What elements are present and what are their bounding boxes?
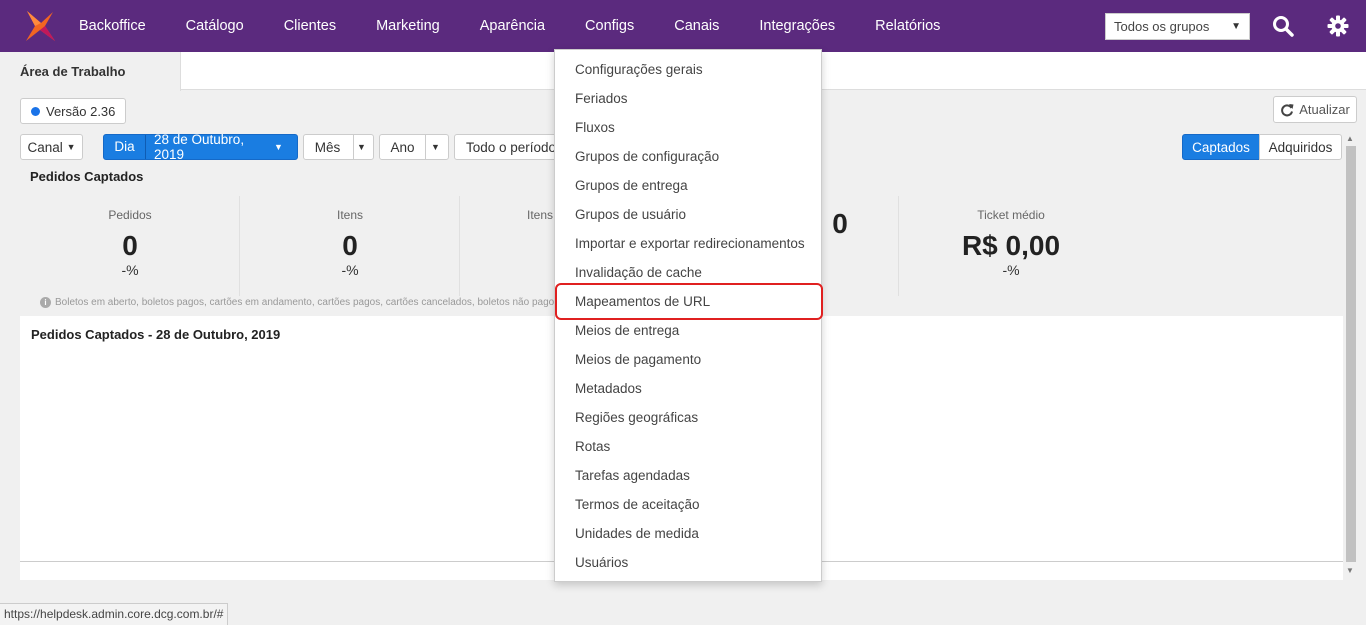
metric-percent: -% [121, 262, 139, 278]
dia-button[interactable]: Dia [104, 135, 146, 159]
summary-title: Pedidos Captados [30, 169, 144, 184]
ano-dropdown[interactable]: Ano ▼ [379, 134, 449, 160]
footnote-text: Boletos em aberto, boletos pagos, cartõe… [55, 297, 595, 308]
day-date-picker[interactable]: Dia 28 de Outubro, 2019 ▼ [103, 132, 298, 162]
nav-item-backoffice[interactable]: Backoffice [70, 0, 166, 52]
nav-item-relatorios[interactable]: Relatórios [855, 0, 960, 52]
ano-label: Ano [390, 139, 415, 155]
mes-label: Mês [314, 139, 341, 155]
metric-percent: -% [1002, 262, 1020, 278]
highlight-box [555, 283, 823, 320]
summary-footnote: i Boletos em aberto, boletos pagos, cart… [40, 297, 595, 308]
caret-down-icon: ▼ [66, 142, 76, 152]
gear-icon[interactable] [1326, 14, 1350, 38]
date-value: 28 de Outubro, 2019 [154, 132, 245, 162]
menu-item-feriados[interactable]: Feriados [575, 91, 628, 106]
logo-icon[interactable] [10, 0, 70, 52]
version-badge: Versão 2.36 [20, 98, 127, 124]
chart-title: Pedidos Captados - 28 de Outubro, 2019 [31, 327, 281, 342]
metric-pedidos: Pedidos 0 -% [20, 196, 240, 296]
menu-item-usuarios[interactable]: Usuários [575, 555, 628, 570]
chevron-down-icon: ▼ [1231, 21, 1241, 32]
tab-area-de-trabalho[interactable]: Área de Trabalho [0, 52, 181, 91]
caret-down-icon: ▼ [431, 142, 440, 152]
scroll-thumb[interactable] [1346, 146, 1356, 562]
menu-item-tarefas-agendadas[interactable]: Tarefas agendadas [575, 468, 690, 483]
nav-item-catalogo[interactable]: Catálogo [166, 0, 264, 52]
configs-dropdown-menu: Configurações gerais Feriados Fluxos Gru… [554, 49, 823, 582]
menu-item-configuracoes-gerais[interactable]: Configurações gerais [575, 62, 703, 77]
menu-item-unidades-de-medida[interactable]: Unidades de medida [575, 526, 699, 541]
caret-down-icon: ▼ [357, 142, 366, 152]
menu-item-meios-de-entrega[interactable]: Meios de entrega [575, 323, 679, 338]
group-select[interactable]: Todos os grupos ▼ [1105, 13, 1250, 40]
menu-item-termos-de-aceitacao[interactable]: Termos de aceitação [575, 497, 700, 512]
refresh-icon [1281, 103, 1294, 116]
nav-item-configs[interactable]: Configs [565, 0, 654, 52]
refresh-button[interactable]: Atualizar [1273, 96, 1357, 123]
info-icon: i [40, 297, 51, 308]
menu-item-regioes-geograficas[interactable]: Regiões geográficas [575, 410, 698, 425]
group-select-value: Todos os grupos [1114, 19, 1210, 34]
menu-item-invalidacao-de-cache[interactable]: Invalidação de cache [575, 265, 702, 280]
refresh-label: Atualizar [1299, 102, 1350, 117]
scroll-up-icon[interactable]: ▲ [1346, 134, 1354, 143]
metric-value: 0 [342, 230, 358, 261]
nav-item-aparencia[interactable]: Aparência [460, 0, 565, 52]
metric-label: Ticket médio [977, 208, 1045, 222]
top-navbar: Backoffice Catálogo Clientes Marketing A… [0, 0, 1366, 52]
metric-value: R$ 0,00 [961, 230, 1061, 261]
menu-item-grupos-de-entrega[interactable]: Grupos de entrega [575, 178, 688, 193]
status-dot-icon [31, 106, 40, 116]
menu-item-grupos-de-configuracao[interactable]: Grupos de configuração [575, 149, 719, 164]
menu-item-grupos-de-usuario[interactable]: Grupos de usuário [575, 207, 686, 222]
menu-item-fluxos[interactable]: Fluxos [575, 120, 615, 135]
menu-item-rotas[interactable]: Rotas [575, 439, 610, 454]
page-scrollbar[interactable]: ▲ ▼ [1343, 132, 1358, 580]
canal-dropdown[interactable]: Canal ▼ [20, 134, 83, 160]
nav-item-integracoes[interactable]: Integrações [739, 0, 855, 52]
nav-item-clientes[interactable]: Clientes [264, 0, 356, 52]
main-menu: Backoffice Catálogo Clientes Marketing A… [70, 0, 960, 52]
version-label: Versão 2.36 [46, 103, 116, 119]
periodo-label: Todo o período [466, 139, 557, 155]
metric-label: Pedidos [108, 208, 152, 222]
caret-down-icon[interactable]: ▼ [274, 142, 283, 152]
menu-item-metadados[interactable]: Metadados [575, 381, 642, 396]
metric-ticket-medio: Ticket médio R$ 0,00 -% [900, 196, 1122, 296]
canal-label: Canal [27, 139, 63, 155]
metric-percent: -% [341, 262, 359, 278]
search-icon[interactable] [1271, 14, 1295, 38]
nav-item-marketing[interactable]: Marketing [356, 0, 460, 52]
status-bar-url: https://helpdesk.admin.core.dcg.com.br/# [0, 603, 229, 625]
mes-dropdown[interactable]: Mês ▼ [303, 134, 374, 160]
metric-itens: Itens 0 -% [240, 196, 460, 296]
menu-item-importar-exportar-redirecionamentos[interactable]: Importar e exportar redirecionamentos [575, 236, 805, 251]
scroll-down-icon[interactable]: ▼ [1346, 566, 1354, 575]
metric-value: 0 [122, 230, 138, 261]
captados-toggle[interactable]: Captados [1182, 134, 1260, 160]
menu-item-meios-de-pagamento[interactable]: Meios de pagamento [575, 352, 701, 367]
periodo-button[interactable]: Todo o período [454, 134, 564, 160]
nav-item-canais[interactable]: Canais [654, 0, 739, 52]
adquiridos-toggle[interactable]: Adquiridos [1259, 134, 1342, 160]
metric-label: Itens [336, 208, 363, 222]
